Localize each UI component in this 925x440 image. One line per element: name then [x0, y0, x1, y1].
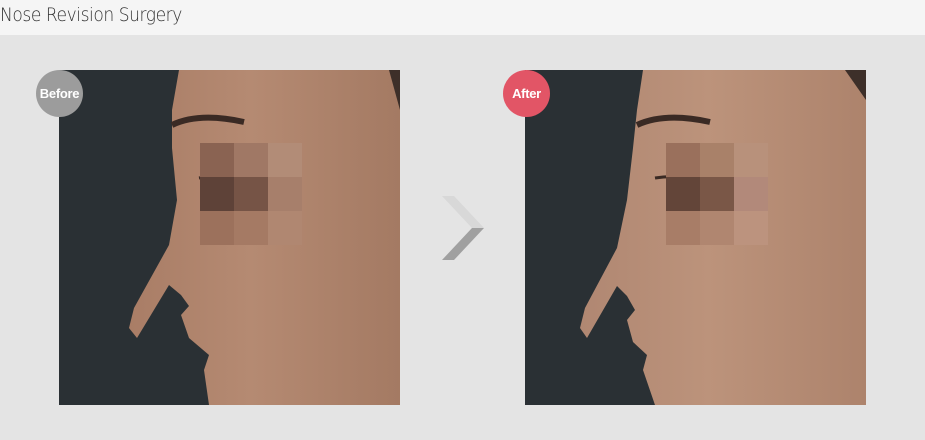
before-photo — [59, 70, 400, 405]
header-bar: Nose Revision Surgery — [0, 0, 925, 35]
chevron-right-icon — [442, 196, 484, 260]
privacy-mosaic — [200, 143, 302, 245]
page-title: Nose Revision Surgery — [0, 4, 182, 26]
before-badge: Before — [36, 70, 83, 117]
after-badge: After — [503, 70, 550, 117]
after-photo — [525, 70, 866, 405]
privacy-mosaic — [666, 143, 768, 245]
